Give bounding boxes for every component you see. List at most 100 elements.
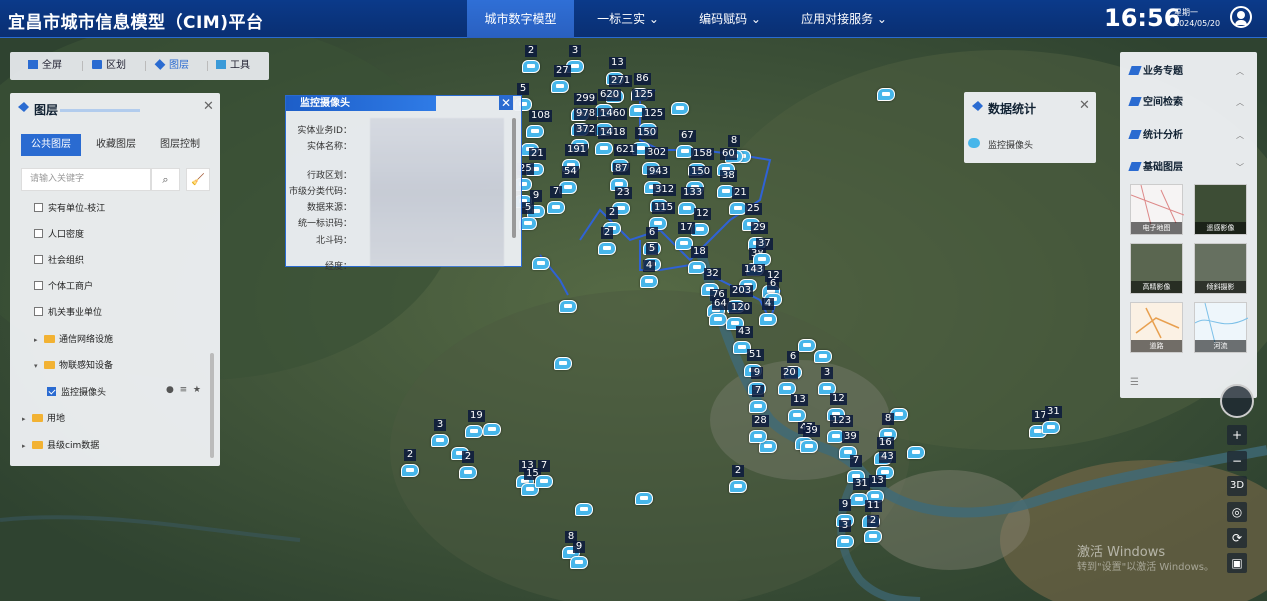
- globe-icon[interactable]: ◎: [1227, 502, 1247, 522]
- nav-one-standard-three-real[interactable]: 一标三实 ⌄: [582, 0, 674, 38]
- tab-favorite-layers[interactable]: 收藏图层: [86, 134, 146, 156]
- camera-marker[interactable]: [814, 348, 834, 364]
- nav-coding[interactable]: 编码赋码 ⌄: [682, 0, 778, 38]
- camera-marker[interactable]: 3: [836, 520, 856, 549]
- checkbox[interactable]: [34, 229, 43, 238]
- camera-marker[interactable]: 108: [526, 110, 553, 139]
- basemap-vector[interactable]: 电子地图: [1130, 184, 1185, 235]
- chevron-up-icon[interactable]: ︿: [1236, 95, 1244, 111]
- tree-item[interactable]: 机关事业单位: [34, 305, 102, 321]
- camera-marker[interactable]: [483, 421, 503, 437]
- camera-marker[interactable]: [635, 490, 655, 506]
- basemap-oblique[interactable]: 倾斜摄影: [1194, 243, 1247, 294]
- scrollbar[interactable]: [512, 118, 516, 238]
- zoom-out-button[interactable]: −: [1227, 451, 1247, 471]
- tree-item[interactable]: 个体工商户: [34, 279, 93, 295]
- camera-marker[interactable]: 31: [1042, 406, 1062, 435]
- camera-marker[interactable]: [877, 86, 897, 102]
- list-icon[interactable]: ≡: [180, 385, 188, 395]
- star-icon[interactable]: ★: [193, 385, 201, 395]
- chevron-up-icon[interactable]: ︿: [1236, 128, 1244, 144]
- list-icon[interactable]: ☰: [1130, 377, 1139, 388]
- camera-marker[interactable]: 2: [459, 451, 479, 480]
- camera-marker[interactable]: 19: [465, 410, 485, 439]
- tree-item[interactable]: 人口密度: [34, 227, 84, 243]
- basemap-rivers[interactable]: 河流: [1194, 302, 1249, 353]
- tree-folder[interactable]: ▸ 用地: [22, 411, 65, 427]
- checkbox[interactable]: [34, 255, 43, 264]
- layer-search-input[interactable]: 请输入关键字: [21, 168, 151, 191]
- camera-marker[interactable]: 3: [431, 419, 451, 448]
- 3d-toggle-button[interactable]: 3D: [1227, 476, 1247, 496]
- basemap-roads[interactable]: 道路: [1130, 302, 1183, 353]
- camera-marker[interactable]: 2: [729, 465, 749, 494]
- camera-marker[interactable]: 1418: [595, 127, 628, 156]
- close-icon[interactable]: ✕: [1079, 98, 1090, 113]
- close-icon[interactable]: ✕: [499, 96, 513, 110]
- section-spatial-search[interactable]: 空间检索 ︿: [1128, 95, 1250, 111]
- camera-marker[interactable]: [575, 501, 595, 517]
- camera-marker[interactable]: 7: [547, 186, 567, 215]
- location-icon[interactable]: ●: [166, 385, 174, 395]
- camera-marker[interactable]: 4: [759, 298, 779, 327]
- tools-button[interactable]: 工具: [216, 52, 250, 80]
- camera-marker[interactable]: 27: [551, 65, 571, 94]
- camera-marker[interactable]: 54: [559, 166, 579, 195]
- broom-icon[interactable]: 🧹: [186, 168, 210, 191]
- layers-button[interactable]: 图层: [154, 52, 189, 80]
- collapse-arrow-icon[interactable]: ▾: [34, 358, 44, 374]
- camera-marker[interactable]: [907, 444, 927, 460]
- camera-marker[interactable]: 2: [598, 227, 618, 256]
- basemap-hd-imagery[interactable]: 高精影像: [1130, 243, 1183, 294]
- camera-marker[interactable]: 7: [535, 460, 555, 489]
- camera-marker[interactable]: 4: [640, 260, 660, 289]
- close-icon[interactable]: ✕: [203, 99, 214, 114]
- tree-folder[interactable]: ▸ 县级cim数据: [22, 438, 99, 454]
- checkbox[interactable]: [34, 203, 43, 212]
- camera-marker[interactable]: 28: [749, 415, 769, 444]
- camera-marker[interactable]: 5: [519, 202, 539, 231]
- expand-arrow-icon[interactable]: ▸: [22, 438, 32, 454]
- camera-marker[interactable]: [554, 355, 574, 371]
- rotate-icon[interactable]: ⟳: [1227, 528, 1247, 548]
- camera-marker[interactable]: [671, 100, 691, 116]
- search-icon[interactable]: ⌕: [151, 168, 180, 191]
- chevron-up-icon[interactable]: ︿: [1236, 64, 1244, 80]
- camera-marker[interactable]: 39: [800, 425, 820, 454]
- section-statistics[interactable]: 统计分析 ︿: [1128, 128, 1250, 144]
- camera-marker[interactable]: 2: [522, 45, 542, 74]
- camera-marker[interactable]: 9: [570, 541, 590, 570]
- chevron-down-icon[interactable]: ﹀: [1236, 160, 1244, 176]
- checkbox[interactable]: [34, 281, 43, 290]
- nav-application-services[interactable]: 应用对接服务 ⌄: [786, 0, 902, 38]
- fullscreen-button[interactable]: 全屏: [28, 52, 62, 80]
- camera-marker[interactable]: [559, 298, 579, 314]
- basemap-satellite[interactable]: 遥感影像: [1194, 184, 1247, 235]
- tree-item-label: 实有单位-枝江: [48, 204, 106, 214]
- tab-layer-control[interactable]: 图层控制: [150, 134, 210, 156]
- tree-item[interactable]: 监控摄像头: [47, 385, 106, 401]
- expand-arrow-icon[interactable]: ▸: [34, 332, 44, 348]
- checkbox[interactable]: [47, 387, 56, 396]
- tree-folder[interactable]: ▾ 物联感知设备: [34, 358, 113, 374]
- district-button[interactable]: 区划: [92, 52, 126, 80]
- section-base-layers[interactable]: 基础图层 ﹀: [1128, 160, 1250, 176]
- tree-item[interactable]: 实有单位-枝江: [34, 201, 105, 217]
- camera-marker[interactable]: 13: [788, 394, 808, 423]
- section-business-topics[interactable]: 业务专题 ︿: [1128, 64, 1250, 80]
- zoom-in-button[interactable]: +: [1227, 425, 1247, 445]
- tree-item[interactable]: 社会组织: [34, 253, 84, 269]
- checkbox[interactable]: [34, 307, 43, 316]
- camera-marker[interactable]: 7: [749, 385, 769, 414]
- tab-public-layers[interactable]: 公共图层: [21, 134, 81, 156]
- compass-icon[interactable]: [1220, 384, 1254, 418]
- user-icon[interactable]: [1230, 6, 1252, 28]
- camera-marker[interactable]: 2: [864, 515, 884, 544]
- expand-arrow-icon[interactable]: ▸: [22, 411, 32, 427]
- scrollbar[interactable]: [210, 353, 214, 458]
- tree-folder[interactable]: ▸ 通信网络设施: [34, 332, 113, 348]
- screenshot-icon[interactable]: ▣: [1227, 553, 1247, 573]
- camera-marker[interactable]: [532, 255, 552, 271]
- nav-city-digital-model[interactable]: 城市数字模型: [467, 0, 574, 38]
- camera-marker[interactable]: 2: [401, 449, 421, 478]
